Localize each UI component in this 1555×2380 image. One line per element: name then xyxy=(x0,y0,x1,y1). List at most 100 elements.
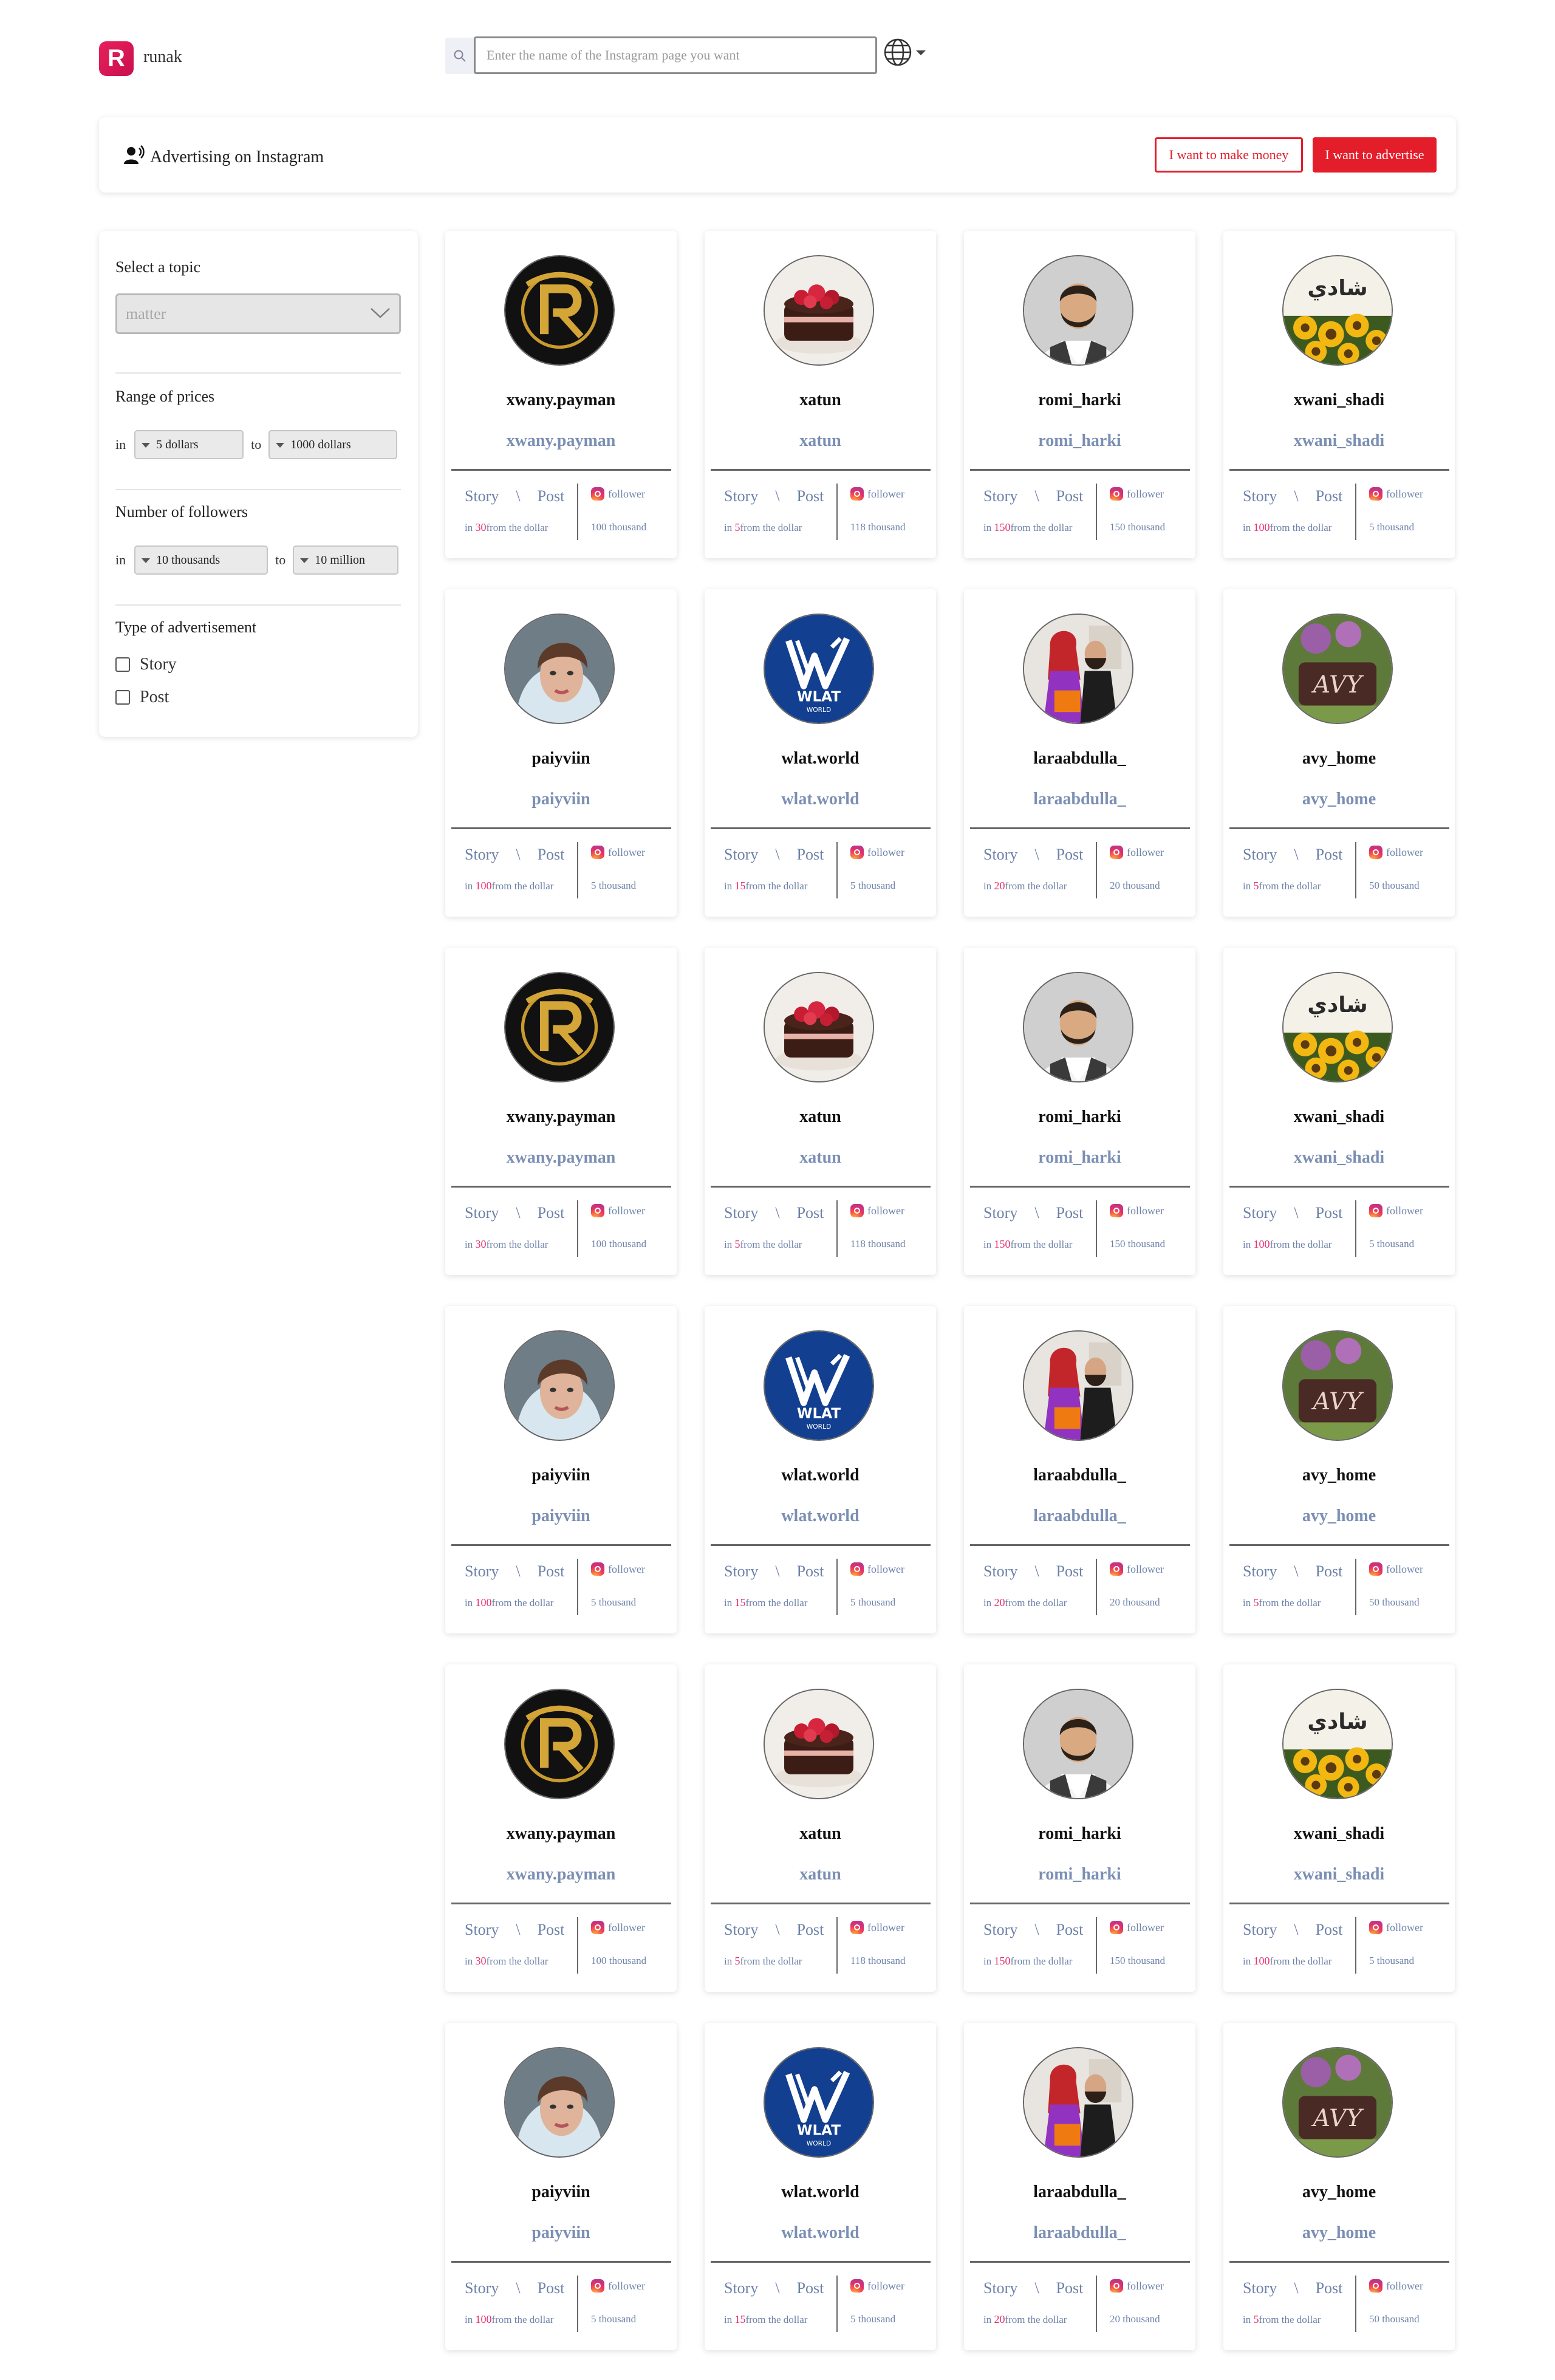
avatar-payman-logo[interactable] xyxy=(504,1689,615,1799)
influencer-handle[interactable]: xwany.payman xyxy=(445,431,677,451)
influencer-card[interactable]: romi_harki romi_harki Story \ Post in 15… xyxy=(964,231,1195,558)
avatar-woman-selfie[interactable] xyxy=(504,1330,615,1441)
influencer-handle[interactable]: wlat.world xyxy=(705,1506,936,1526)
influencer-handle[interactable]: avy_home xyxy=(1223,1506,1455,1526)
influencer-name[interactable]: laraabdulla_ xyxy=(964,1466,1195,1485)
influencer-handle[interactable]: wlat.world xyxy=(705,2223,936,2243)
influencer-name[interactable]: wlat.world xyxy=(705,1466,936,1485)
influencer-card[interactable]: paiyviin paiyviin Story \ Post in 100fro… xyxy=(445,589,677,917)
avatar-home-logo[interactable]: AVY xyxy=(1282,1330,1393,1441)
avatar-woman-selfie[interactable] xyxy=(504,614,615,724)
influencer-card[interactable]: xwany.payman xwany.payman Story \ Post i… xyxy=(445,231,677,558)
influencer-handle[interactable]: laraabdulla_ xyxy=(964,1506,1195,1526)
avatar-home-logo[interactable]: AVY xyxy=(1282,614,1393,724)
post-checkbox-row[interactable]: Post xyxy=(115,688,169,707)
brand-logo[interactable]: R xyxy=(99,41,134,76)
influencer-handle[interactable]: xwani_shadi xyxy=(1223,1865,1455,1884)
influencer-name[interactable]: xatun xyxy=(705,1824,936,1844)
avatar-cake-photo[interactable] xyxy=(764,972,874,1082)
influencer-handle[interactable]: xwani_shadi xyxy=(1223,431,1455,451)
influencer-card[interactable]: شادي xwani_shadi xwani_shadi Story \ Pos… xyxy=(1223,1664,1455,1992)
influencer-card[interactable]: paiyviin paiyviin Story \ Post in 100fro… xyxy=(445,1306,677,1633)
influencer-name[interactable]: xatun xyxy=(705,1107,936,1127)
avatar-wlat-logo[interactable]: WLAT WORLD xyxy=(764,2047,874,2158)
influencer-handle[interactable]: wlat.world xyxy=(705,790,936,809)
influencer-handle[interactable]: paiyviin xyxy=(445,2223,677,2243)
influencer-name[interactable]: xwani_shadi xyxy=(1223,1824,1455,1844)
influencer-handle[interactable]: paiyviin xyxy=(445,790,677,809)
search-input[interactable] xyxy=(474,36,877,74)
avatar-payman-logo[interactable] xyxy=(504,255,615,366)
influencer-name[interactable]: avy_home xyxy=(1223,1466,1455,1485)
influencer-name[interactable]: laraabdulla_ xyxy=(964,2183,1195,2202)
influencer-name[interactable]: paiyviin xyxy=(445,2183,677,2202)
influencer-handle[interactable]: laraabdulla_ xyxy=(964,790,1195,809)
influencer-handle[interactable]: xwany.payman xyxy=(445,1148,677,1168)
avatar-couple-photo[interactable] xyxy=(1023,1330,1133,1441)
influencer-handle[interactable]: xwani_shadi xyxy=(1223,1148,1455,1168)
make-money-button[interactable]: I want to make money xyxy=(1155,137,1303,173)
avatar-man-portrait[interactable] xyxy=(1023,1689,1133,1799)
price-from-select[interactable]: 5 dollars xyxy=(134,430,244,459)
influencer-card[interactable]: xatun xatun Story \ Post in 5from the do… xyxy=(705,1664,936,1992)
influencer-name[interactable]: avy_home xyxy=(1223,749,1455,768)
brand-name[interactable]: runak xyxy=(143,47,182,67)
avatar-home-logo[interactable]: AVY xyxy=(1282,2047,1393,2158)
advertise-button[interactable]: I want to advertise xyxy=(1313,137,1437,173)
influencer-handle[interactable]: avy_home xyxy=(1223,790,1455,809)
influencer-name[interactable]: avy_home xyxy=(1223,2183,1455,2202)
influencer-name[interactable]: xwany.payman xyxy=(445,1824,677,1844)
influencer-handle[interactable]: xwany.payman xyxy=(445,1865,677,1884)
avatar-couple-photo[interactable] xyxy=(1023,614,1133,724)
avatar-woman-selfie[interactable] xyxy=(504,2047,615,2158)
story-checkbox-row[interactable]: Story xyxy=(115,655,177,674)
influencer-card[interactable]: romi_harki romi_harki Story \ Post in 15… xyxy=(964,1664,1195,1992)
influencer-name[interactable]: xwany.payman xyxy=(445,391,677,410)
influencer-name[interactable]: romi_harki xyxy=(964,1824,1195,1844)
influencer-name[interactable]: paiyviin xyxy=(445,749,677,768)
story-checkbox[interactable] xyxy=(115,657,130,672)
influencer-card[interactable]: WLAT WORLD wlat.world wlat.world Story \ … xyxy=(705,1306,936,1633)
avatar-sunflowers[interactable]: شادي xyxy=(1282,1689,1393,1799)
followers-from-select[interactable]: 10 thousands xyxy=(134,545,268,575)
influencer-card[interactable]: paiyviin paiyviin Story \ Post in 100fro… xyxy=(445,2023,677,2350)
avatar-couple-photo[interactable] xyxy=(1023,2047,1133,2158)
avatar-sunflowers[interactable]: شادي xyxy=(1282,255,1393,366)
avatar-payman-logo[interactable] xyxy=(504,972,615,1082)
influencer-card[interactable]: xatun xatun Story \ Post in 5from the do… xyxy=(705,948,936,1275)
avatar-cake-photo[interactable] xyxy=(764,255,874,366)
influencer-handle[interactable]: laraabdulla_ xyxy=(964,2223,1195,2243)
language-selector[interactable] xyxy=(882,36,926,71)
influencer-name[interactable]: wlat.world xyxy=(705,2183,936,2202)
topic-select[interactable]: matter xyxy=(115,293,401,334)
influencer-name[interactable]: laraabdulla_ xyxy=(964,749,1195,768)
influencer-card[interactable]: AVY avy_home avy_home Story \ Post in 5f… xyxy=(1223,1306,1455,1633)
influencer-card[interactable]: WLAT WORLD wlat.world wlat.world Story \ … xyxy=(705,589,936,917)
avatar-wlat-logo[interactable]: WLAT WORLD xyxy=(764,1330,874,1441)
influencer-handle[interactable]: avy_home xyxy=(1223,2223,1455,2243)
post-checkbox[interactable] xyxy=(115,690,130,705)
influencer-handle[interactable]: romi_harki xyxy=(964,1865,1195,1884)
influencer-name[interactable]: romi_harki xyxy=(964,391,1195,410)
influencer-card[interactable]: laraabdulla_ laraabdulla_ Story \ Post i… xyxy=(964,1306,1195,1633)
influencer-card[interactable]: xwany.payman xwany.payman Story \ Post i… xyxy=(445,1664,677,1992)
influencer-handle[interactable]: romi_harki xyxy=(964,1148,1195,1168)
influencer-name[interactable]: wlat.world xyxy=(705,749,936,768)
influencer-card[interactable]: laraabdulla_ laraabdulla_ Story \ Post i… xyxy=(964,2023,1195,2350)
influencer-card[interactable]: WLAT WORLD wlat.world wlat.world Story \ … xyxy=(705,2023,936,2350)
avatar-wlat-logo[interactable]: WLAT WORLD xyxy=(764,614,874,724)
influencer-name[interactable]: xatun xyxy=(705,391,936,410)
influencer-handle[interactable]: xatun xyxy=(705,1865,936,1884)
search-icon[interactable] xyxy=(445,38,474,74)
followers-to-select[interactable]: 10 million xyxy=(293,545,399,575)
influencer-name[interactable]: xwany.payman xyxy=(445,1107,677,1127)
influencer-name[interactable]: xwani_shadi xyxy=(1223,391,1455,410)
influencer-card[interactable]: شادي xwani_shadi xwani_shadi Story \ Pos… xyxy=(1223,948,1455,1275)
influencer-name[interactable]: romi_harki xyxy=(964,1107,1195,1127)
influencer-card[interactable]: xwany.payman xwany.payman Story \ Post i… xyxy=(445,948,677,1275)
influencer-card[interactable]: AVY avy_home avy_home Story \ Post in 5f… xyxy=(1223,2023,1455,2350)
influencer-handle[interactable]: romi_harki xyxy=(964,431,1195,451)
influencer-name[interactable]: xwani_shadi xyxy=(1223,1107,1455,1127)
influencer-card[interactable]: شادي xwani_shadi xwani_shadi Story \ Pos… xyxy=(1223,231,1455,558)
avatar-man-portrait[interactable] xyxy=(1023,972,1133,1082)
